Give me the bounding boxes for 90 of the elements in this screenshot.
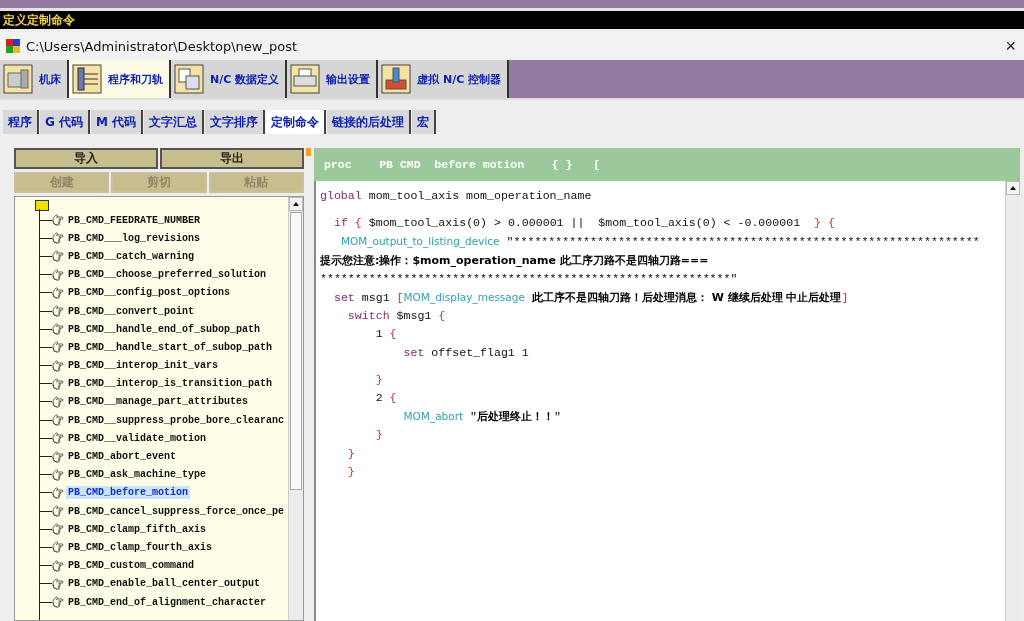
machine-icon [3, 64, 33, 94]
pointing-hand-icon [52, 523, 64, 536]
tree-item[interactable]: PB_CMD__config_post_options [66, 286, 233, 300]
main-tab[interactable]: N/C 数据定义 [171, 60, 288, 98]
pointing-hand-icon [52, 414, 64, 427]
tree-item[interactable]: PB_CMD__interop_init_vars [66, 359, 221, 373]
code-line: set offset_flag1 1 [402, 344, 530, 361]
pointing-hand-icon [52, 559, 64, 572]
tree-item[interactable]: PB_CMD__interop_is_transition_path [66, 377, 275, 391]
code-line: if { $mom_tool_axis(0) > 0.000001 || $mom_tool_axis(0) < -0.000001 } { [332, 215, 836, 232]
up-arrow-icon [293, 202, 299, 206]
sub-tab[interactable]: G 代码 [40, 110, 91, 134]
main-tab[interactable]: 机床 [0, 60, 69, 98]
close-button[interactable]: × [1003, 35, 1018, 57]
data-grid-icon [174, 64, 204, 94]
panel-button[interactable]: 导入 [14, 148, 158, 169]
scrollbar[interactable] [288, 197, 303, 620]
code-line: 1 { [374, 326, 398, 343]
file-path: C:\Users\Administrator\Desktop\new_post [26, 38, 299, 54]
pointing-hand-icon [52, 286, 64, 299]
pointing-hand-icon [52, 341, 64, 354]
sub-tab[interactable]: 文字排序 [205, 110, 266, 134]
tree-item[interactable]: PB_CMD_clamp_fourth_axis [66, 540, 215, 554]
tree-item[interactable]: PB_CMD__choose_preferred_solution [66, 268, 269, 282]
tree-item[interactable]: PB_CMD_before_motion [66, 486, 191, 500]
pointing-hand-icon [52, 268, 64, 281]
code-line: ***********************************************************" [320, 270, 739, 287]
tree-item[interactable]: PB_CMD_abort_event [66, 450, 179, 464]
tree-item[interactable]: PB_CMD__convert_point [66, 304, 197, 318]
tree-item[interactable]: PB_CMD_enable_ball_center_output [66, 577, 263, 591]
tree-item[interactable]: PB_CMD__manage_part_attributes [66, 395, 251, 409]
pointing-hand-icon [52, 232, 64, 245]
tree-item[interactable]: PB_CMD_cancel_suppress_force_once_pe [66, 504, 287, 518]
tree-item[interactable]: PB_CMD__handle_start_of_subop_path [66, 340, 275, 354]
tree-item[interactable]: PB_CMD_ask_machine_type [66, 468, 209, 482]
sub-tab[interactable]: 定制命令 [266, 110, 327, 134]
folder-icon [35, 200, 49, 211]
code-line: } [374, 427, 384, 444]
code-line: } [374, 371, 384, 388]
splitter-handle[interactable] [306, 148, 311, 156]
tree-item[interactable]: PB_CMD_custom_command [66, 559, 197, 573]
sub-tab[interactable]: 文字汇总 [144, 110, 205, 134]
tool-icon [72, 64, 102, 94]
sub-tab[interactable]: M 代码 [91, 110, 144, 134]
tree-item[interactable]: PB_CMD__handle_end_of_subop_path [66, 322, 263, 336]
tree-item[interactable]: PB_CMD__catch_warning [66, 249, 197, 263]
pointing-hand-icon [52, 305, 64, 318]
main-tab[interactable]: 输出设置 [287, 60, 379, 98]
pointing-hand-icon [52, 323, 64, 336]
tree-item[interactable]: PB_CMD_end_of_alignment_character [66, 595, 269, 609]
panel-button[interactable]: 导出 [160, 148, 304, 169]
printer-icon [290, 64, 321, 94]
window-title: 定义定制命令 [3, 11, 75, 29]
code-line: global mom_tool_axis mom_operation_name [320, 188, 593, 204]
code-line: MOM_abort "后处理终止！！" [402, 409, 562, 426]
pointing-hand-icon [52, 250, 64, 263]
pointing-hand-icon [52, 450, 64, 463]
main-tab[interactable]: 虚拟 N/C 控制器 [378, 60, 510, 98]
tree-item[interactable]: PB_CMD_clamp_fifth_axis [66, 522, 209, 536]
pointing-hand-icon [52, 541, 64, 554]
pointing-hand-icon [52, 468, 64, 481]
tree-item[interactable]: PB_CMD__validate_motion [66, 431, 209, 445]
sub-tab[interactable]: 链接的后处理 [327, 110, 412, 134]
pointing-hand-icon [52, 577, 64, 590]
pointing-hand-icon [52, 486, 64, 499]
tree-item[interactable]: PB_CMD___log_revisions [66, 231, 203, 245]
code-line: 提示您注意:操作：$mom_operation_name 此工序刀路不是四轴刀路=== [320, 252, 710, 269]
scrollbar[interactable] [1005, 181, 1020, 621]
up-arrow-icon [1010, 186, 1016, 190]
code-line: switch $msg1 { [346, 308, 447, 325]
app-icon [6, 39, 20, 53]
tree-item[interactable]: PB_CMD__suppress_probe_bore_clearanc [66, 413, 287, 427]
code-line: 2 { [374, 390, 398, 407]
pointing-hand-icon [52, 377, 64, 390]
pointing-hand-icon [52, 395, 64, 408]
pointing-hand-icon [52, 505, 64, 518]
proc-header: proc PB CMD before motion { } [ [324, 158, 601, 171]
pointing-hand-icon [52, 214, 64, 227]
main-tab[interactable]: 程序和刀轨 [69, 60, 171, 98]
pointing-hand-icon [52, 596, 64, 609]
sub-tab[interactable]: 宏 [412, 110, 437, 134]
code-line: } [346, 463, 356, 480]
spindle-icon [381, 64, 412, 94]
code-line: set msg1 [MOM_display_message 此工序不是四轴刀路！后处理消息： W 继续后处理 中止后处理] [332, 290, 850, 306]
code-line: MOM_output_to_listing_device "******************************************************************* [339, 234, 981, 251]
pointing-hand-icon [52, 432, 64, 445]
pointing-hand-icon [52, 359, 64, 372]
sub-tab[interactable]: 程序 [3, 110, 39, 134]
code-line: } [346, 445, 356, 462]
tree-item[interactable]: PB_CMD_FEEDRATE_NUMBER [66, 213, 203, 227]
